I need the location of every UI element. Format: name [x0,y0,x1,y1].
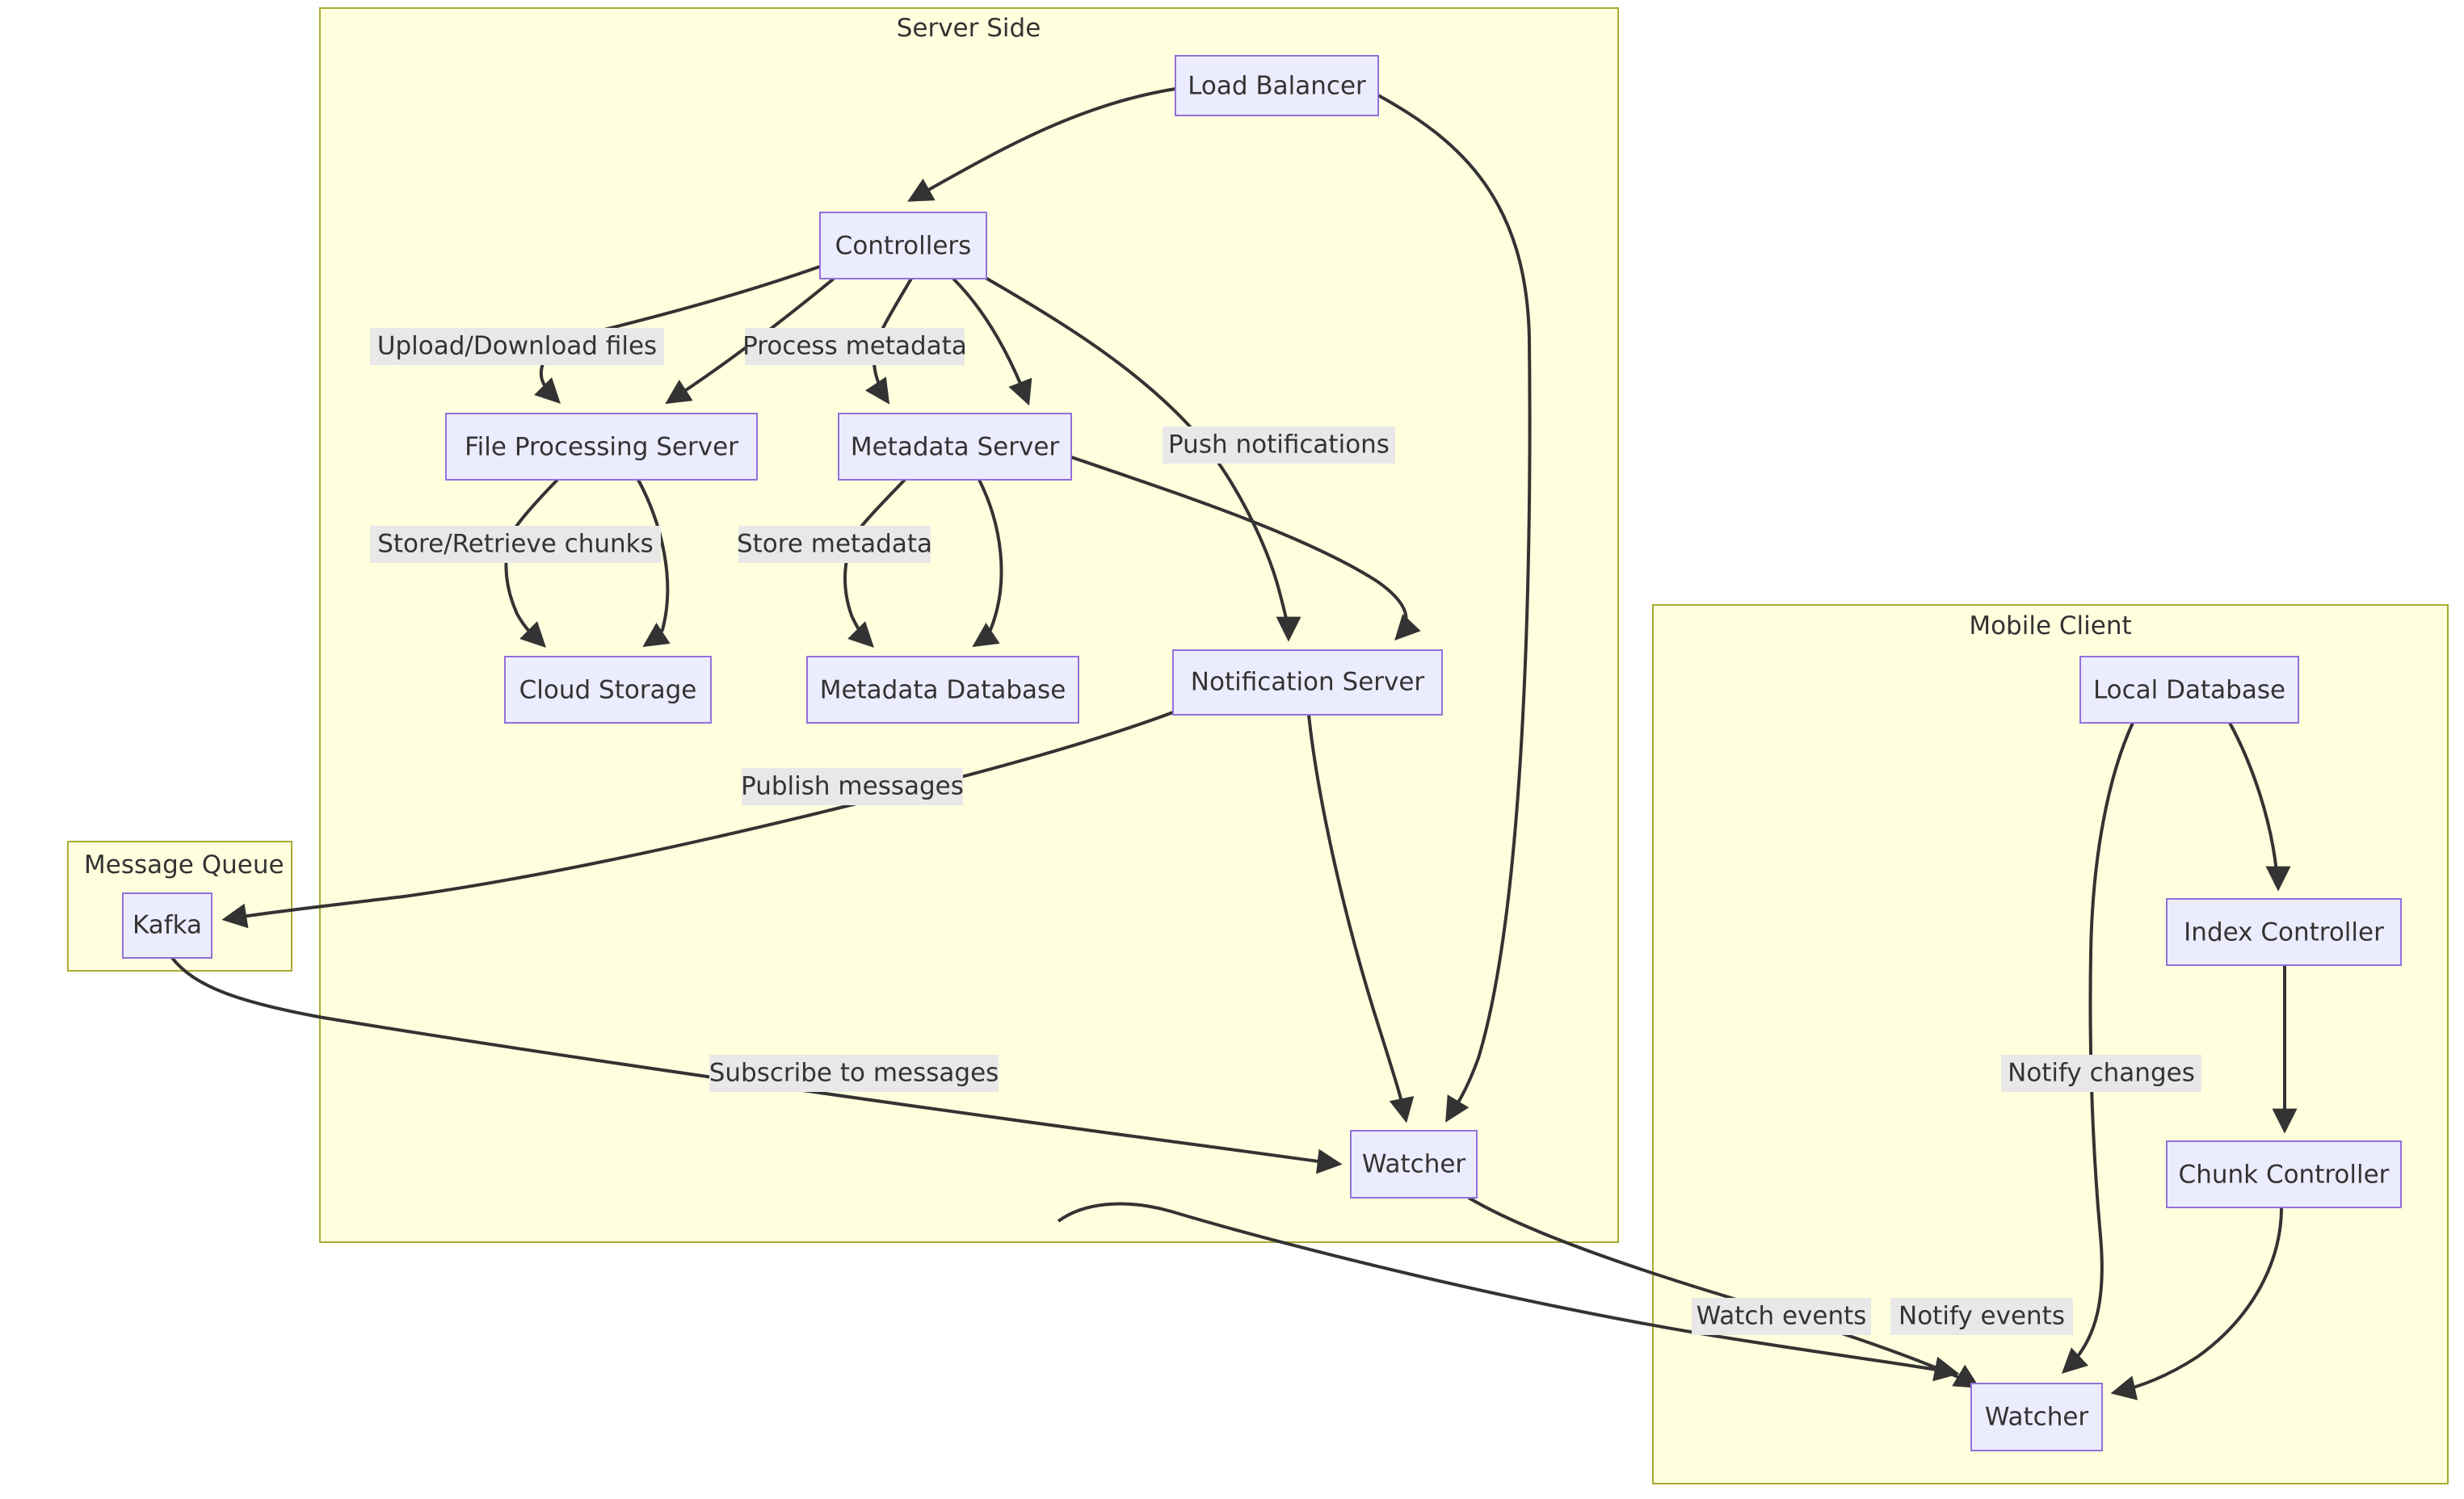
edge-label-publish-messages-text: Publish messages [741,772,964,801]
edge-label-notify-changes: Notify changes [2001,1055,2201,1092]
node-chunk-controller[interactable]: Chunk Controller [2166,1140,2402,1208]
node-kafka-label: Kafka [132,911,202,940]
flowchart-canvas: Server Side Message Queue Mobile Client [67,7,2449,1484]
node-notification-server[interactable]: Notification Server [1172,649,1443,716]
edge-label-subscribe-to-messages: Subscribe to messages [709,1055,999,1092]
cluster-mobile-client-rect [1652,604,2449,1484]
node-watcher-client-label: Watcher [1985,1403,2089,1432]
edge-label-upload-download-files: Upload/Download files [370,328,664,365]
cluster-mobile-client-label: Mobile Client [1969,611,2131,640]
edge-label-process-metadata: Process metadata [742,328,967,365]
node-file-processing-server[interactable]: File Processing Server [445,413,758,481]
node-watcher-server[interactable]: Watcher [1350,1130,1478,1199]
edge-label-process-metadata-text: Process metadata [742,332,967,361]
edge-label-watch-events-text: Watch events [1697,1302,1867,1331]
edge-label-notify-events: Notify events [1890,1298,2073,1335]
node-controllers[interactable]: Controllers [819,212,987,279]
node-watcher-server-label: Watcher [1362,1150,1466,1179]
edge-label-publish-messages: Publish messages [741,768,964,805]
node-cloud-storage[interactable]: Cloud Storage [504,656,712,724]
node-metadata-database[interactable]: Metadata Database [806,656,1079,724]
node-chunk-controller-label: Chunk Controller [2179,1161,2390,1190]
edge-label-notify-changes-text: Notify changes [2008,1059,2195,1088]
edge-label-push-notifications-text: Push notifications [1168,430,1390,460]
node-kafka[interactable]: Kafka [122,892,212,959]
edge-label-push-notifications: Push notifications [1163,426,1395,464]
node-index-controller[interactable]: Index Controller [2166,898,2402,966]
edge-label-store-metadata-text: Store metadata [737,530,932,559]
edge-label-notify-events-text: Notify events [1898,1302,2065,1331]
node-metadata-server-label: Metadata Server [851,433,1060,462]
node-metadata-server[interactable]: Metadata Server [838,413,1072,481]
edge-label-store-retrieve-chunks: Store/Retrieve chunks [370,526,661,563]
edge-label-watch-events: Watch events [1692,1298,1871,1335]
cluster-message-queue-label: Message Queue [84,850,284,880]
node-local-database-label: Local Database [2093,676,2285,705]
cluster-mobile-client: Mobile Client [1652,604,2449,1484]
edge-label-store-retrieve-chunks-text: Store/Retrieve chunks [377,530,654,559]
node-local-database[interactable]: Local Database [2079,656,2299,724]
node-load-balancer[interactable]: Load Balancer [1175,55,1379,116]
node-watcher-client[interactable]: Watcher [1970,1383,2103,1451]
node-index-controller-label: Index Controller [2184,918,2384,947]
edge-label-store-metadata: Store metadata [737,526,932,563]
edge-label-upload-download-files-text: Upload/Download files [377,332,657,361]
node-notification-server-label: Notification Server [1191,668,1425,697]
node-cloud-storage-label: Cloud Storage [519,676,697,705]
node-file-processing-server-label: File Processing Server [465,433,738,462]
edge-label-subscribe-to-messages-text: Subscribe to messages [709,1059,999,1088]
flowchart-diagram: Server Side Message Queue Mobile Client [0,0,2464,1499]
cluster-server-side-label: Server Side [897,14,1041,43]
node-metadata-database-label: Metadata Database [820,676,1066,705]
node-controllers-label: Controllers [835,232,972,261]
node-load-balancer-label: Load Balancer [1188,72,1366,101]
